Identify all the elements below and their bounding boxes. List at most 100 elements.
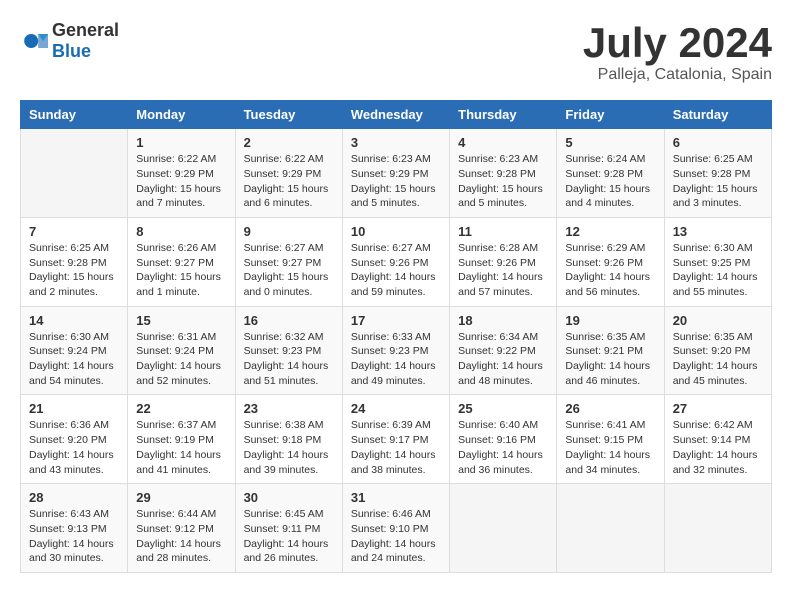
cell-info: Sunrise: 6:26 AM Sunset: 9:27 PM Dayligh… [136,241,226,300]
cell-info: Sunrise: 6:28 AM Sunset: 9:26 PM Dayligh… [458,241,548,300]
cell-info: Sunrise: 6:43 AM Sunset: 9:13 PM Dayligh… [29,507,119,566]
table-row: 10 Sunrise: 6:27 AM Sunset: 9:26 PM Dayl… [342,217,449,306]
calendar-table: Sunday Monday Tuesday Wednesday Thursday… [20,100,772,573]
cell-info: Sunrise: 6:27 AM Sunset: 9:27 PM Dayligh… [244,241,334,300]
cell-info: Sunrise: 6:37 AM Sunset: 9:19 PM Dayligh… [136,418,226,477]
table-row: 9 Sunrise: 6:27 AM Sunset: 9:27 PM Dayli… [235,217,342,306]
date-number: 30 [244,490,334,505]
table-row: 24 Sunrise: 6:39 AM Sunset: 9:17 PM Dayl… [342,395,449,484]
date-number: 9 [244,224,334,239]
cell-info: Sunrise: 6:36 AM Sunset: 9:20 PM Dayligh… [29,418,119,477]
table-row: 12 Sunrise: 6:29 AM Sunset: 9:26 PM Dayl… [557,217,664,306]
table-row: 6 Sunrise: 6:25 AM Sunset: 9:28 PM Dayli… [664,129,771,218]
date-number: 22 [136,401,226,416]
col-monday: Monday [128,101,235,129]
date-number: 16 [244,313,334,328]
date-number: 4 [458,135,548,150]
date-number: 17 [351,313,441,328]
table-row: 26 Sunrise: 6:41 AM Sunset: 9:15 PM Dayl… [557,395,664,484]
col-saturday: Saturday [664,101,771,129]
cell-info: Sunrise: 6:29 AM Sunset: 9:26 PM Dayligh… [565,241,655,300]
date-number: 2 [244,135,334,150]
table-row: 4 Sunrise: 6:23 AM Sunset: 9:28 PM Dayli… [450,129,557,218]
calendar-week-row: 7 Sunrise: 6:25 AM Sunset: 9:28 PM Dayli… [21,217,772,306]
table-row: 20 Sunrise: 6:35 AM Sunset: 9:20 PM Dayl… [664,306,771,395]
date-number: 7 [29,224,119,239]
table-row: 14 Sunrise: 6:30 AM Sunset: 9:24 PM Dayl… [21,306,128,395]
table-row: 23 Sunrise: 6:38 AM Sunset: 9:18 PM Dayl… [235,395,342,484]
location-subtitle: Palleja, Catalonia, Spain [583,66,772,84]
table-row: 1 Sunrise: 6:22 AM Sunset: 9:29 PM Dayli… [128,129,235,218]
logo: General Blue [20,20,119,62]
logo-text-general: General [52,20,119,40]
cell-info: Sunrise: 6:25 AM Sunset: 9:28 PM Dayligh… [29,241,119,300]
cell-info: Sunrise: 6:30 AM Sunset: 9:25 PM Dayligh… [673,241,763,300]
date-number: 15 [136,313,226,328]
date-number: 23 [244,401,334,416]
table-row: 3 Sunrise: 6:23 AM Sunset: 9:29 PM Dayli… [342,129,449,218]
date-number: 31 [351,490,441,505]
table-row: 17 Sunrise: 6:33 AM Sunset: 9:23 PM Dayl… [342,306,449,395]
table-row: 29 Sunrise: 6:44 AM Sunset: 9:12 PM Dayl… [128,484,235,573]
weekday-header-row: Sunday Monday Tuesday Wednesday Thursday… [21,101,772,129]
date-number: 14 [29,313,119,328]
cell-info: Sunrise: 6:25 AM Sunset: 9:28 PM Dayligh… [673,152,763,211]
cell-info: Sunrise: 6:46 AM Sunset: 9:10 PM Dayligh… [351,507,441,566]
cell-info: Sunrise: 6:27 AM Sunset: 9:26 PM Dayligh… [351,241,441,300]
table-row: 7 Sunrise: 6:25 AM Sunset: 9:28 PM Dayli… [21,217,128,306]
col-thursday: Thursday [450,101,557,129]
cell-info: Sunrise: 6:41 AM Sunset: 9:15 PM Dayligh… [565,418,655,477]
table-row: 28 Sunrise: 6:43 AM Sunset: 9:13 PM Dayl… [21,484,128,573]
date-number: 24 [351,401,441,416]
cell-info: Sunrise: 6:24 AM Sunset: 9:28 PM Dayligh… [565,152,655,211]
page-header: General Blue July 2024 Palleja, Cataloni… [20,20,772,84]
date-number: 27 [673,401,763,416]
cell-info: Sunrise: 6:35 AM Sunset: 9:21 PM Dayligh… [565,330,655,389]
date-number: 18 [458,313,548,328]
logo-icon [20,27,48,55]
date-number: 11 [458,224,548,239]
calendar-week-row: 28 Sunrise: 6:43 AM Sunset: 9:13 PM Dayl… [21,484,772,573]
cell-info: Sunrise: 6:22 AM Sunset: 9:29 PM Dayligh… [136,152,226,211]
table-row: 30 Sunrise: 6:45 AM Sunset: 9:11 PM Dayl… [235,484,342,573]
date-number: 3 [351,135,441,150]
cell-info: Sunrise: 6:40 AM Sunset: 9:16 PM Dayligh… [458,418,548,477]
date-number: 29 [136,490,226,505]
table-row: 27 Sunrise: 6:42 AM Sunset: 9:14 PM Dayl… [664,395,771,484]
cell-info: Sunrise: 6:38 AM Sunset: 9:18 PM Dayligh… [244,418,334,477]
table-row: 8 Sunrise: 6:26 AM Sunset: 9:27 PM Dayli… [128,217,235,306]
col-tuesday: Tuesday [235,101,342,129]
month-year-title: July 2024 [583,20,772,66]
title-block: July 2024 Palleja, Catalonia, Spain [583,20,772,84]
table-row [21,129,128,218]
cell-info: Sunrise: 6:35 AM Sunset: 9:20 PM Dayligh… [673,330,763,389]
table-row: 16 Sunrise: 6:32 AM Sunset: 9:23 PM Dayl… [235,306,342,395]
col-friday: Friday [557,101,664,129]
table-row: 15 Sunrise: 6:31 AM Sunset: 9:24 PM Dayl… [128,306,235,395]
date-number: 10 [351,224,441,239]
table-row: 18 Sunrise: 6:34 AM Sunset: 9:22 PM Dayl… [450,306,557,395]
date-number: 8 [136,224,226,239]
table-row: 21 Sunrise: 6:36 AM Sunset: 9:20 PM Dayl… [21,395,128,484]
table-row [557,484,664,573]
calendar-week-row: 1 Sunrise: 6:22 AM Sunset: 9:29 PM Dayli… [21,129,772,218]
cell-info: Sunrise: 6:34 AM Sunset: 9:22 PM Dayligh… [458,330,548,389]
table-row: 13 Sunrise: 6:30 AM Sunset: 9:25 PM Dayl… [664,217,771,306]
cell-info: Sunrise: 6:33 AM Sunset: 9:23 PM Dayligh… [351,330,441,389]
calendar-week-row: 14 Sunrise: 6:30 AM Sunset: 9:24 PM Dayl… [21,306,772,395]
table-row: 2 Sunrise: 6:22 AM Sunset: 9:29 PM Dayli… [235,129,342,218]
cell-info: Sunrise: 6:44 AM Sunset: 9:12 PM Dayligh… [136,507,226,566]
cell-info: Sunrise: 6:22 AM Sunset: 9:29 PM Dayligh… [244,152,334,211]
table-row [664,484,771,573]
date-number: 19 [565,313,655,328]
cell-info: Sunrise: 6:23 AM Sunset: 9:28 PM Dayligh… [458,152,548,211]
cell-info: Sunrise: 6:30 AM Sunset: 9:24 PM Dayligh… [29,330,119,389]
cell-info: Sunrise: 6:39 AM Sunset: 9:17 PM Dayligh… [351,418,441,477]
cell-info: Sunrise: 6:32 AM Sunset: 9:23 PM Dayligh… [244,330,334,389]
table-row: 31 Sunrise: 6:46 AM Sunset: 9:10 PM Dayl… [342,484,449,573]
table-row: 5 Sunrise: 6:24 AM Sunset: 9:28 PM Dayli… [557,129,664,218]
col-sunday: Sunday [21,101,128,129]
date-number: 13 [673,224,763,239]
table-row [450,484,557,573]
cell-info: Sunrise: 6:23 AM Sunset: 9:29 PM Dayligh… [351,152,441,211]
